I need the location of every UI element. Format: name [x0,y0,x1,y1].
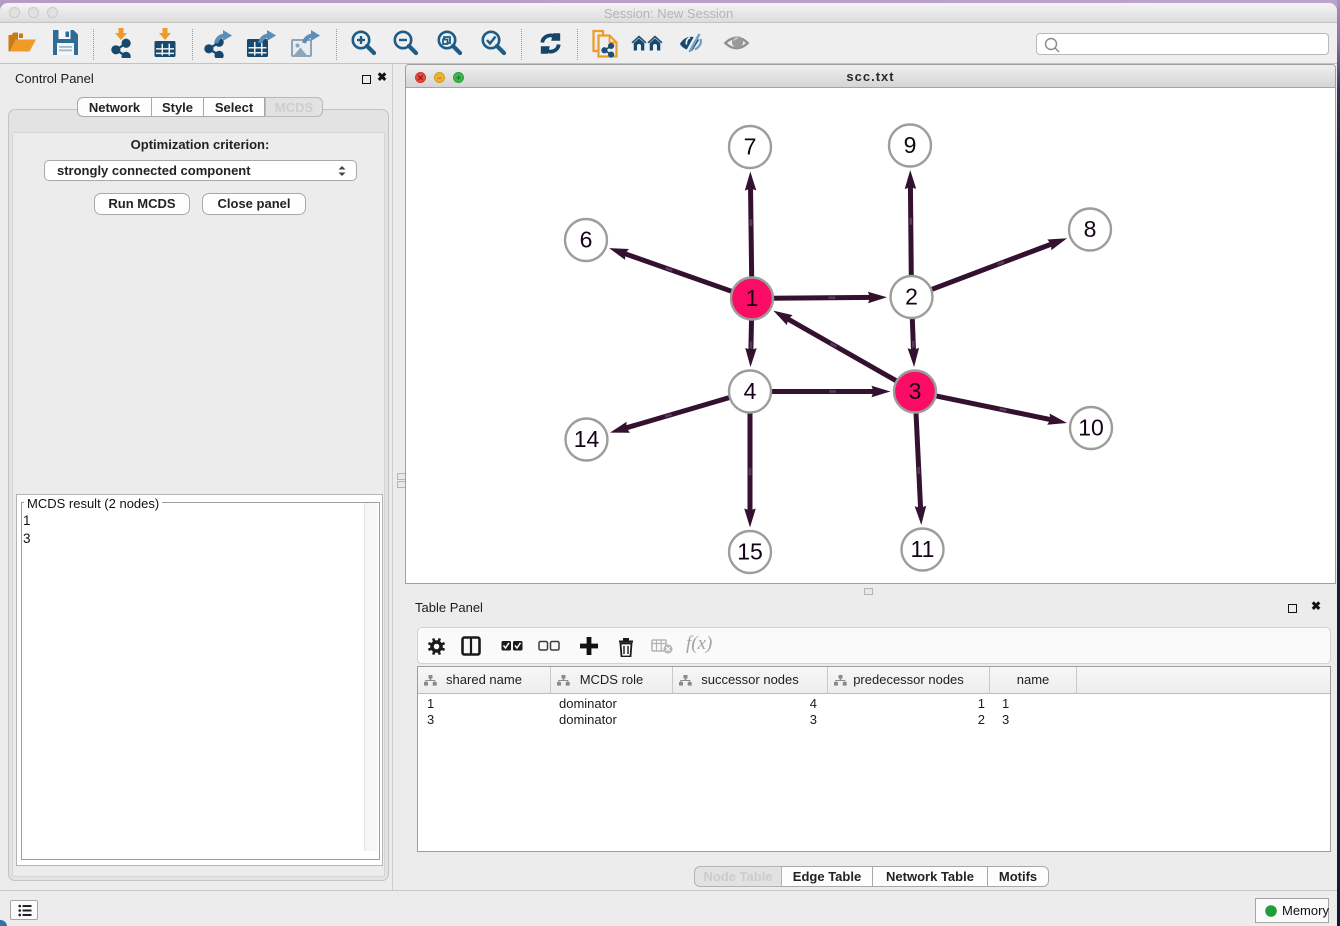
svg-text:3: 3 [909,378,922,404]
svg-text:7: 7 [744,134,757,160]
svg-text:6: 6 [580,227,593,253]
svg-text:1: 1 [746,285,759,311]
svg-text:2: 2 [905,284,918,310]
svg-text:9: 9 [904,132,917,158]
svg-text:14: 14 [574,426,600,452]
svg-text:15: 15 [737,539,763,565]
svg-text:4: 4 [744,378,757,404]
svg-text:11: 11 [911,536,935,562]
svg-text:10: 10 [1078,415,1104,441]
svg-text:8: 8 [1084,216,1097,242]
